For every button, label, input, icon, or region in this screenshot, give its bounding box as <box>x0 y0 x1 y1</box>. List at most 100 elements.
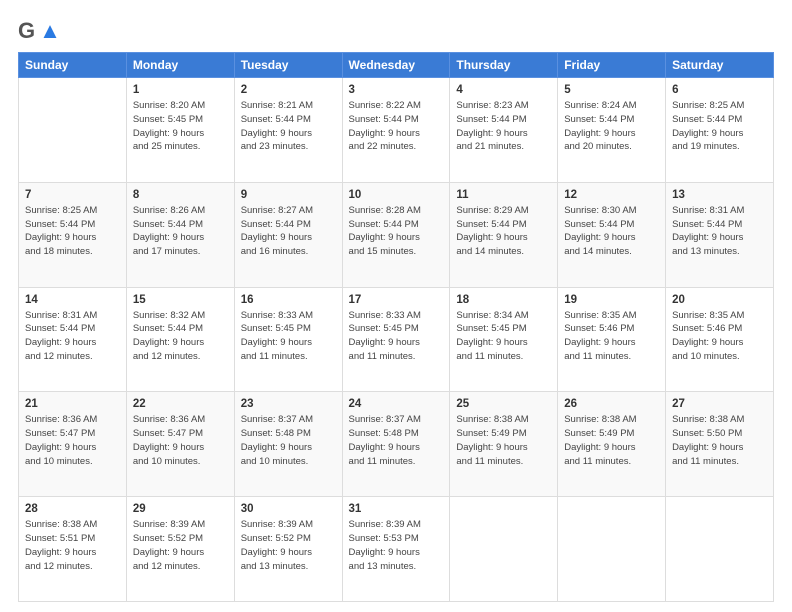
calendar-cell: 10Sunrise: 8:28 AM Sunset: 5:44 PM Dayli… <box>342 182 450 287</box>
calendar-cell: 9Sunrise: 8:27 AM Sunset: 5:44 PM Daylig… <box>234 182 342 287</box>
calendar-cell: 13Sunrise: 8:31 AM Sunset: 5:44 PM Dayli… <box>666 182 774 287</box>
calendar-cell <box>558 497 666 602</box>
calendar-cell: 22Sunrise: 8:36 AM Sunset: 5:47 PM Dayli… <box>126 392 234 497</box>
calendar-cell: 20Sunrise: 8:35 AM Sunset: 5:46 PM Dayli… <box>666 287 774 392</box>
calendar-cell: 8Sunrise: 8:26 AM Sunset: 5:44 PM Daylig… <box>126 182 234 287</box>
calendar-cell: 23Sunrise: 8:37 AM Sunset: 5:48 PM Dayli… <box>234 392 342 497</box>
day-number: 2 <box>241 82 336 98</box>
day-number: 22 <box>133 396 228 412</box>
calendar-cell: 12Sunrise: 8:30 AM Sunset: 5:44 PM Dayli… <box>558 182 666 287</box>
day-number: 21 <box>25 396 120 412</box>
day-info: Sunrise: 8:38 AM Sunset: 5:49 PM Dayligh… <box>456 413 551 468</box>
week-row-2: 7Sunrise: 8:25 AM Sunset: 5:44 PM Daylig… <box>19 182 774 287</box>
day-number: 14 <box>25 292 120 308</box>
day-number: 17 <box>349 292 444 308</box>
calendar-page: G ▲ SundayMondayTuesdayWednesdayThursday… <box>0 0 792 612</box>
day-info: Sunrise: 8:33 AM Sunset: 5:45 PM Dayligh… <box>241 309 336 364</box>
day-info: Sunrise: 8:31 AM Sunset: 5:44 PM Dayligh… <box>672 204 767 259</box>
day-number: 8 <box>133 187 228 203</box>
day-number: 1 <box>133 82 228 98</box>
day-number: 29 <box>133 501 228 517</box>
day-number: 31 <box>349 501 444 517</box>
calendar-cell: 31Sunrise: 8:39 AM Sunset: 5:53 PM Dayli… <box>342 497 450 602</box>
day-number: 24 <box>349 396 444 412</box>
weekday-header-tuesday: Tuesday <box>234 53 342 78</box>
weekday-header-row: SundayMondayTuesdayWednesdayThursdayFrid… <box>19 53 774 78</box>
calendar-cell: 27Sunrise: 8:38 AM Sunset: 5:50 PM Dayli… <box>666 392 774 497</box>
calendar-cell: 21Sunrise: 8:36 AM Sunset: 5:47 PM Dayli… <box>19 392 127 497</box>
day-info: Sunrise: 8:34 AM Sunset: 5:45 PM Dayligh… <box>456 309 551 364</box>
day-info: Sunrise: 8:38 AM Sunset: 5:51 PM Dayligh… <box>25 518 120 573</box>
day-number: 3 <box>349 82 444 98</box>
day-info: Sunrise: 8:39 AM Sunset: 5:52 PM Dayligh… <box>241 518 336 573</box>
day-info: Sunrise: 8:39 AM Sunset: 5:52 PM Dayligh… <box>133 518 228 573</box>
day-number: 20 <box>672 292 767 308</box>
day-info: Sunrise: 8:37 AM Sunset: 5:48 PM Dayligh… <box>241 413 336 468</box>
header: G ▲ <box>18 18 774 44</box>
weekday-header-saturday: Saturday <box>666 53 774 78</box>
day-number: 19 <box>564 292 659 308</box>
calendar-cell: 19Sunrise: 8:35 AM Sunset: 5:46 PM Dayli… <box>558 287 666 392</box>
day-number: 7 <box>25 187 120 203</box>
week-row-3: 14Sunrise: 8:31 AM Sunset: 5:44 PM Dayli… <box>19 287 774 392</box>
day-info: Sunrise: 8:24 AM Sunset: 5:44 PM Dayligh… <box>564 99 659 154</box>
calendar-cell <box>450 497 558 602</box>
calendar-cell: 28Sunrise: 8:38 AM Sunset: 5:51 PM Dayli… <box>19 497 127 602</box>
day-info: Sunrise: 8:29 AM Sunset: 5:44 PM Dayligh… <box>456 204 551 259</box>
day-number: 27 <box>672 396 767 412</box>
weekday-header-thursday: Thursday <box>450 53 558 78</box>
calendar-cell: 11Sunrise: 8:29 AM Sunset: 5:44 PM Dayli… <box>450 182 558 287</box>
day-number: 26 <box>564 396 659 412</box>
calendar-cell: 24Sunrise: 8:37 AM Sunset: 5:48 PM Dayli… <box>342 392 450 497</box>
day-info: Sunrise: 8:38 AM Sunset: 5:49 PM Dayligh… <box>564 413 659 468</box>
day-info: Sunrise: 8:31 AM Sunset: 5:44 PM Dayligh… <box>25 309 120 364</box>
day-info: Sunrise: 8:36 AM Sunset: 5:47 PM Dayligh… <box>133 413 228 468</box>
day-number: 4 <box>456 82 551 98</box>
calendar-cell: 25Sunrise: 8:38 AM Sunset: 5:49 PM Dayli… <box>450 392 558 497</box>
day-number: 25 <box>456 396 551 412</box>
day-number: 23 <box>241 396 336 412</box>
week-row-5: 28Sunrise: 8:38 AM Sunset: 5:51 PM Dayli… <box>19 497 774 602</box>
logo: G ▲ <box>18 18 61 44</box>
day-info: Sunrise: 8:36 AM Sunset: 5:47 PM Dayligh… <box>25 413 120 468</box>
calendar-cell: 17Sunrise: 8:33 AM Sunset: 5:45 PM Dayli… <box>342 287 450 392</box>
day-info: Sunrise: 8:30 AM Sunset: 5:44 PM Dayligh… <box>564 204 659 259</box>
day-number: 28 <box>25 501 120 517</box>
day-number: 18 <box>456 292 551 308</box>
day-info: Sunrise: 8:38 AM Sunset: 5:50 PM Dayligh… <box>672 413 767 468</box>
calendar-cell: 15Sunrise: 8:32 AM Sunset: 5:44 PM Dayli… <box>126 287 234 392</box>
day-number: 11 <box>456 187 551 203</box>
day-number: 10 <box>349 187 444 203</box>
weekday-header-monday: Monday <box>126 53 234 78</box>
calendar-cell: 2Sunrise: 8:21 AM Sunset: 5:44 PM Daylig… <box>234 78 342 183</box>
calendar-cell: 30Sunrise: 8:39 AM Sunset: 5:52 PM Dayli… <box>234 497 342 602</box>
day-number: 16 <box>241 292 336 308</box>
day-info: Sunrise: 8:28 AM Sunset: 5:44 PM Dayligh… <box>349 204 444 259</box>
day-info: Sunrise: 8:21 AM Sunset: 5:44 PM Dayligh… <box>241 99 336 154</box>
day-info: Sunrise: 8:27 AM Sunset: 5:44 PM Dayligh… <box>241 204 336 259</box>
day-number: 5 <box>564 82 659 98</box>
day-info: Sunrise: 8:25 AM Sunset: 5:44 PM Dayligh… <box>25 204 120 259</box>
week-row-4: 21Sunrise: 8:36 AM Sunset: 5:47 PM Dayli… <box>19 392 774 497</box>
day-info: Sunrise: 8:35 AM Sunset: 5:46 PM Dayligh… <box>672 309 767 364</box>
day-info: Sunrise: 8:20 AM Sunset: 5:45 PM Dayligh… <box>133 99 228 154</box>
weekday-header-friday: Friday <box>558 53 666 78</box>
day-info: Sunrise: 8:25 AM Sunset: 5:44 PM Dayligh… <box>672 99 767 154</box>
day-info: Sunrise: 8:22 AM Sunset: 5:44 PM Dayligh… <box>349 99 444 154</box>
calendar-cell: 1Sunrise: 8:20 AM Sunset: 5:45 PM Daylig… <box>126 78 234 183</box>
calendar-cell: 14Sunrise: 8:31 AM Sunset: 5:44 PM Dayli… <box>19 287 127 392</box>
day-number: 9 <box>241 187 336 203</box>
day-number: 13 <box>672 187 767 203</box>
calendar-cell: 3Sunrise: 8:22 AM Sunset: 5:44 PM Daylig… <box>342 78 450 183</box>
calendar-cell <box>19 78 127 183</box>
day-number: 12 <box>564 187 659 203</box>
day-info: Sunrise: 8:23 AM Sunset: 5:44 PM Dayligh… <box>456 99 551 154</box>
calendar-cell: 4Sunrise: 8:23 AM Sunset: 5:44 PM Daylig… <box>450 78 558 183</box>
day-info: Sunrise: 8:39 AM Sunset: 5:53 PM Dayligh… <box>349 518 444 573</box>
calendar-cell: 7Sunrise: 8:25 AM Sunset: 5:44 PM Daylig… <box>19 182 127 287</box>
calendar-cell: 16Sunrise: 8:33 AM Sunset: 5:45 PM Dayli… <box>234 287 342 392</box>
calendar-cell: 6Sunrise: 8:25 AM Sunset: 5:44 PM Daylig… <box>666 78 774 183</box>
calendar-table: SundayMondayTuesdayWednesdayThursdayFrid… <box>18 52 774 602</box>
day-number: 30 <box>241 501 336 517</box>
week-row-1: 1Sunrise: 8:20 AM Sunset: 5:45 PM Daylig… <box>19 78 774 183</box>
